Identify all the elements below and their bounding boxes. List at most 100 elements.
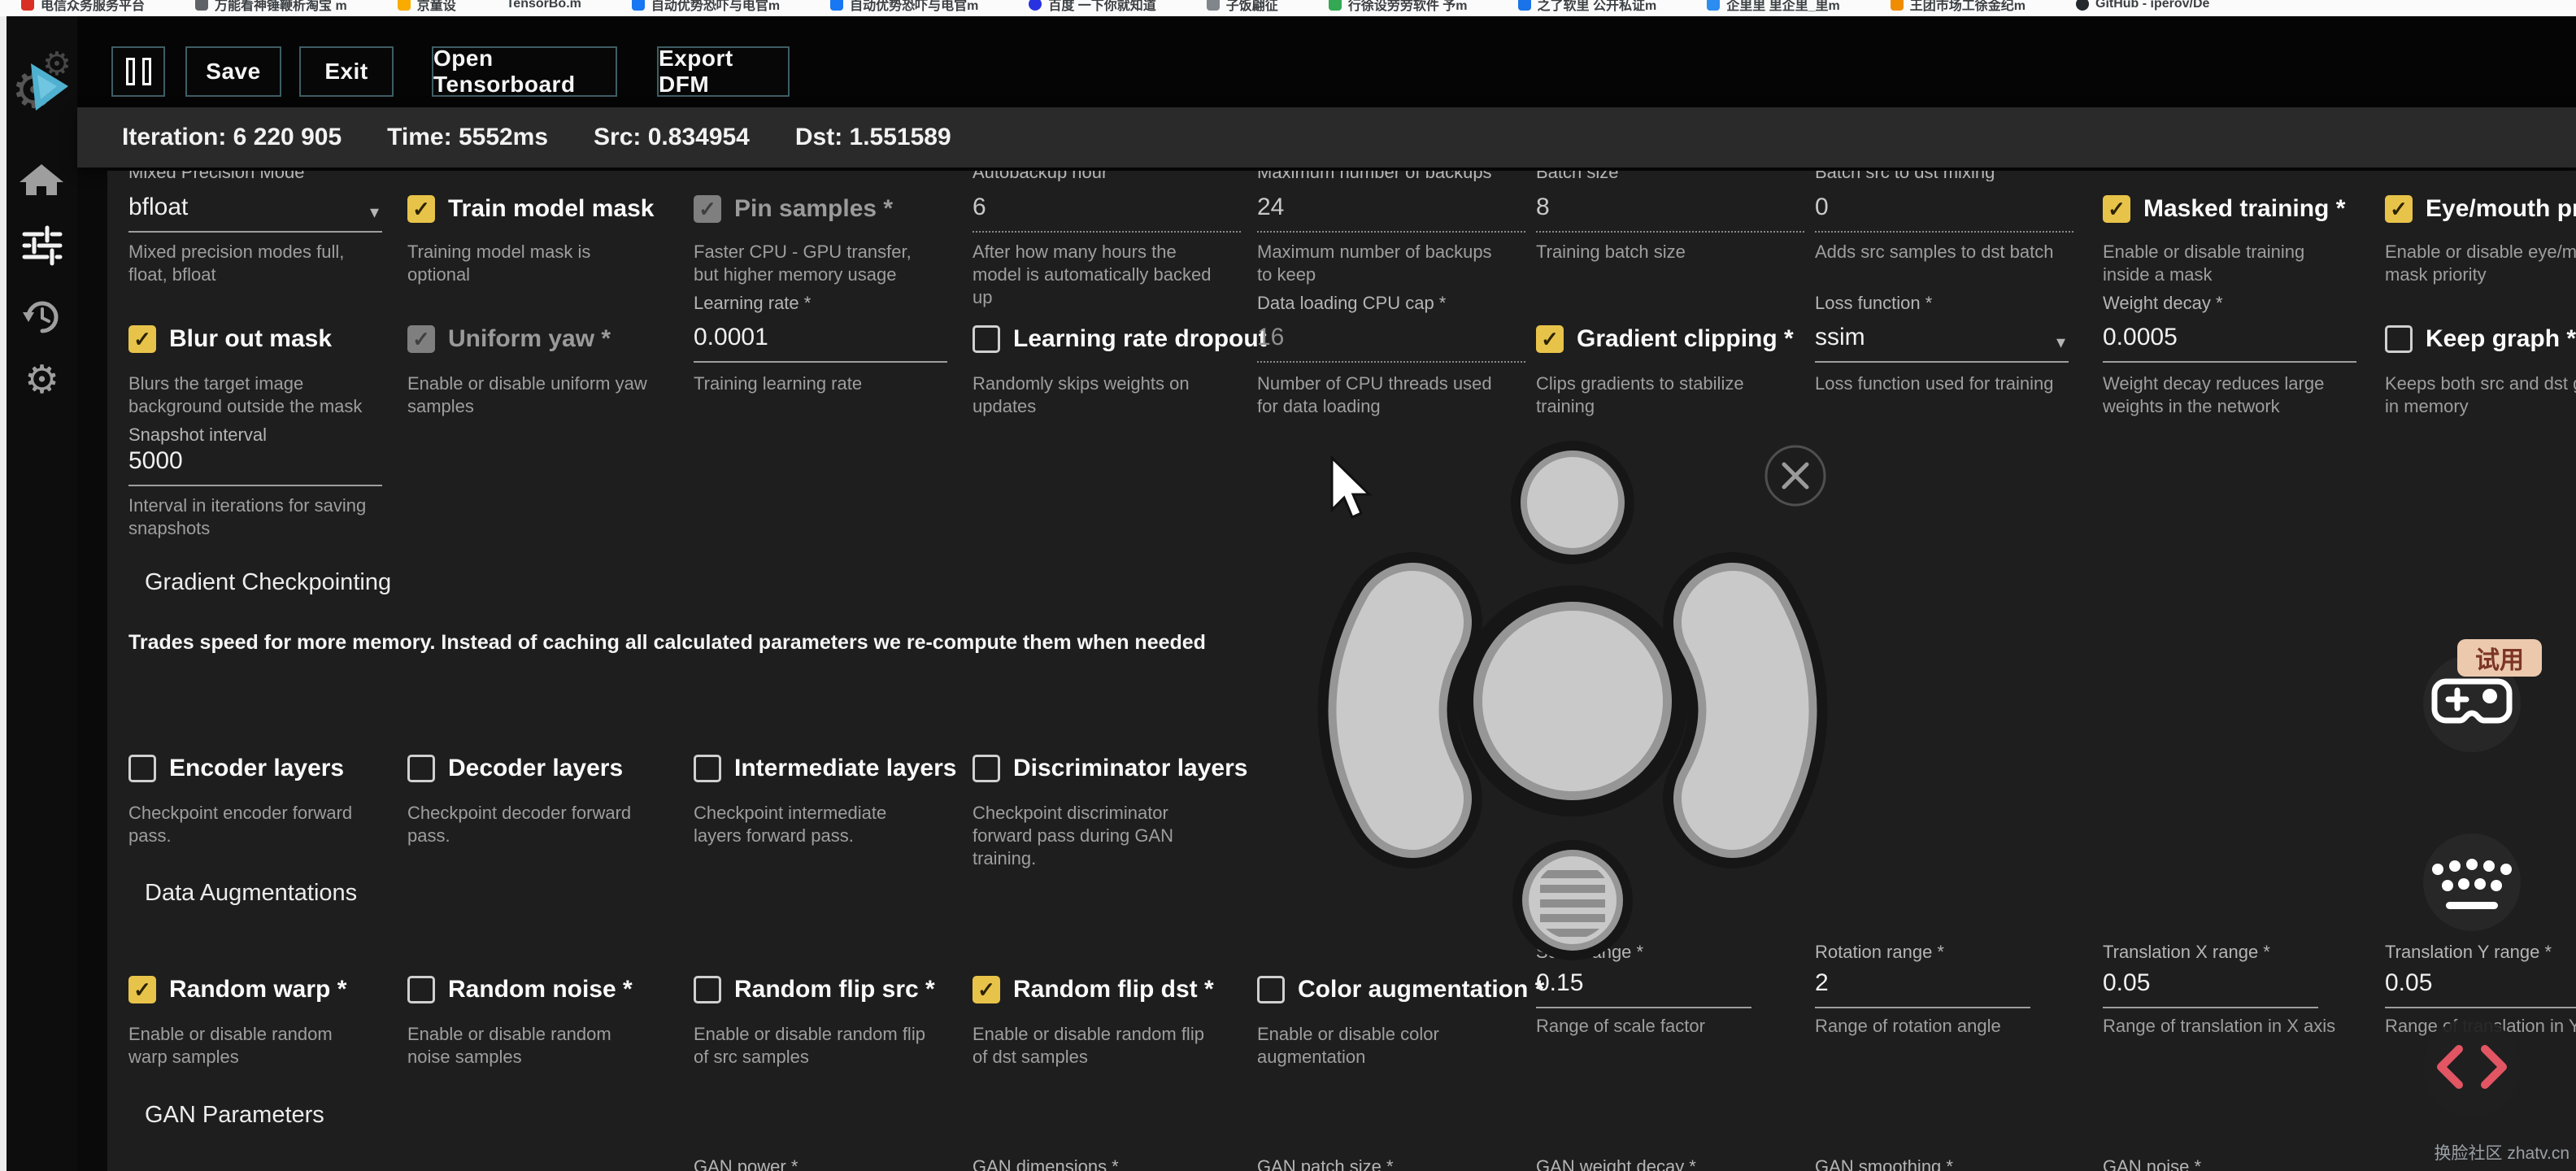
weight-decay-input[interactable]: 0.0005: [2103, 324, 2356, 363]
section-title-data-augmentations: Data Augmentations: [145, 880, 358, 906]
mouse-cursor: [1330, 455, 1373, 520]
gradient-clipping-checkbox[interactable]: Gradient clipping *: [1536, 325, 1794, 353]
bookmarks-bar: 电信众务服务平台 万能看神锤鞭析淘宝 m 京童设 TensorBo.m 自动优势…: [0, 0, 2576, 16]
gan-weight-decay-label: GAN weight decay *: [1536, 1156, 1696, 1171]
learning-rate-dropout-checkbox[interactable]: Learning rate dropout: [973, 325, 1267, 353]
pause-icon: [125, 58, 135, 85]
helper-text: Keeps both src and dst graphs in memory: [2385, 373, 2576, 416]
gan-dimensions-label: GAN dimensions *: [973, 1156, 1119, 1171]
autobackup-hour-input: 6: [973, 194, 1241, 233]
bookmark-item[interactable]: 电信众务服务平台: [21, 0, 145, 14]
window-left-edge: [0, 16, 7, 1171]
dst-loss: Dst: 1.551589: [794, 124, 951, 150]
helper-text: Checkpoint intermediate layers forward p…: [694, 803, 887, 846]
favicon: [1890, 0, 1904, 11]
bookmark-item[interactable]: 企里里 里企里_里m: [1707, 0, 1840, 14]
checkbox-unchecked-icon: [973, 325, 1000, 353]
helper-text: Enable or disable random flip of src sam…: [694, 1024, 925, 1067]
bookmark-item[interactable]: TensorBo.m: [507, 0, 581, 11]
helper-text: Enable or disable eye/mouth mask priorit…: [2385, 242, 2576, 285]
helper-text: Randomly skips weights on updates: [973, 373, 1190, 416]
batch-size-input: 8: [1536, 194, 1804, 233]
field-label-clipped: Batch size: [1536, 171, 1619, 181]
helper-text: Checkpoint discriminator forward pass du…: [973, 803, 1173, 868]
checkbox-checked-icon: [407, 195, 435, 223]
loss-function-select[interactable]: ssim ▾: [1815, 324, 2069, 363]
checkbox-checked-icon: [973, 976, 1000, 1003]
translation-x-label: Translation X range *: [2103, 942, 2270, 962]
bookmark-item[interactable]: GitHub - iperov/De: [2076, 0, 2209, 11]
bookmark-item[interactable]: 自动优势恐吓与电官m: [631, 0, 780, 14]
cpu-cap-label: Data loading CPU cap *: [1257, 293, 1447, 313]
bookmark-item[interactable]: 京童设: [397, 0, 456, 14]
favicon: [1029, 0, 1042, 11]
favicon: [397, 0, 411, 11]
checkbox-unchecked-icon: [973, 755, 1000, 782]
favicon: [195, 0, 209, 11]
decoder-layers-checkbox[interactable]: Decoder layers: [407, 755, 623, 782]
translation-x-input[interactable]: 0.05: [2103, 969, 2318, 1008]
learning-rate-input[interactable]: 0.0001: [694, 324, 947, 363]
helper-text: Loss function used for training: [1815, 373, 2054, 394]
save-button[interactable]: Save: [185, 46, 281, 97]
section-title-gan-parameters: GAN Parameters: [145, 1102, 324, 1128]
checkbox-checked-icon: [128, 976, 156, 1003]
helper-text: Checkpoint decoder forward pass.: [407, 803, 632, 846]
bookmark-item[interactable]: 之了软里 公开私证m: [1517, 0, 1656, 14]
keyboard-icon: [2432, 859, 2512, 909]
history-icon[interactable]: [7, 298, 77, 337]
gear-icon[interactable]: ⚙: [7, 361, 77, 400]
helper-text: Enable or disable random flip of dst sam…: [973, 1024, 1204, 1067]
helper-text: Blurs the target image background outsid…: [128, 373, 363, 416]
gan-patch-size-label: GAN patch size *: [1257, 1156, 1394, 1171]
tune-settings-icon[interactable]: [7, 224, 77, 267]
bookmark-item[interactable]: 万能看神锤鞭析淘宝 m: [195, 0, 347, 14]
bookmark-item[interactable]: 王团市场工徐金纪m: [1890, 0, 2026, 14]
checkbox-checked-disabled-icon: [694, 195, 721, 223]
random-warp-checkbox[interactable]: Random warp *: [128, 976, 346, 1003]
encoder-layers-checkbox[interactable]: Encoder layers: [128, 755, 344, 782]
bookmark-item[interactable]: 子饭翩征: [1206, 0, 1278, 14]
bookmark-item[interactable]: 百度 一下你就知道: [1029, 0, 1156, 14]
translation-y-input[interactable]: 0.05: [2385, 969, 2576, 1008]
bookmark-item[interactable]: 自动优势恐吓与电官m: [830, 0, 978, 14]
mixed-precision-select[interactable]: bfloat ▾: [128, 194, 382, 233]
masked-training-checkbox[interactable]: Masked training *: [2103, 195, 2345, 223]
random-flip-src-checkbox[interactable]: Random flip src *: [694, 976, 935, 1003]
train-model-mask-checkbox[interactable]: Train model mask: [407, 195, 654, 223]
app-logo: ⚙ ⚙: [7, 46, 77, 119]
open-tensorboard-button[interactable]: Open Tensorboard: [432, 46, 617, 97]
eye-mouth-prio-checkbox[interactable]: Eye/mouth prio: [2385, 195, 2576, 223]
helper-text: Range of scale factor: [1536, 1016, 1705, 1036]
random-flip-dst-checkbox[interactable]: Random flip dst *: [973, 976, 1214, 1003]
exit-button[interactable]: Exit: [299, 46, 394, 97]
weight-decay-label: Weight decay *: [2103, 293, 2223, 313]
keep-graph-checkbox[interactable]: Keep graph *: [2385, 325, 2576, 353]
iteration-counter: Iteration: 6 220 905: [122, 124, 342, 150]
helper-text: Range of translation in X axis: [2103, 1016, 2336, 1036]
chevron-down-icon: ▾: [2056, 332, 2065, 352]
snapshot-interval-input[interactable]: 5000: [128, 447, 382, 486]
checkbox-unchecked-icon: [694, 976, 721, 1003]
helper-text: Maximum number of backups to keep: [1257, 242, 1492, 285]
pause-button[interactable]: [111, 46, 165, 97]
favicon: [1328, 0, 1342, 11]
section-description: Trades speed for more memory. Instead of…: [128, 631, 1206, 654]
discriminator-layers-checkbox[interactable]: Discriminator layers: [973, 755, 1247, 782]
remote-control-overlay[interactable]: [1252, 423, 1903, 984]
checkbox-checked-icon: [2103, 195, 2130, 223]
bookmark-item[interactable]: 行徐设劳劳软件 予m: [1328, 0, 1468, 14]
intermediate-layers-checkbox[interactable]: Intermediate layers: [694, 755, 956, 782]
home-icon[interactable]: [7, 159, 77, 198]
helper-text: Adds src samples to dst batch: [1815, 242, 2054, 262]
blur-out-mask-checkbox[interactable]: Blur out mask: [128, 325, 332, 353]
keyboard-button[interactable]: [2423, 834, 2521, 931]
helper-text: Training batch size: [1536, 242, 1686, 262]
pin-samples-checkbox: Pin samples *: [694, 195, 893, 223]
translation-y-label: Translation Y range *: [2385, 942, 2552, 962]
overlay-close-button[interactable]: [1764, 445, 1826, 507]
export-dfm-button[interactable]: Export DFM: [657, 46, 790, 97]
code-button[interactable]: [2423, 1018, 2521, 1116]
random-noise-checkbox[interactable]: Random noise *: [407, 976, 633, 1003]
helper-text: Enable or disable color augmentation: [1257, 1024, 1439, 1067]
